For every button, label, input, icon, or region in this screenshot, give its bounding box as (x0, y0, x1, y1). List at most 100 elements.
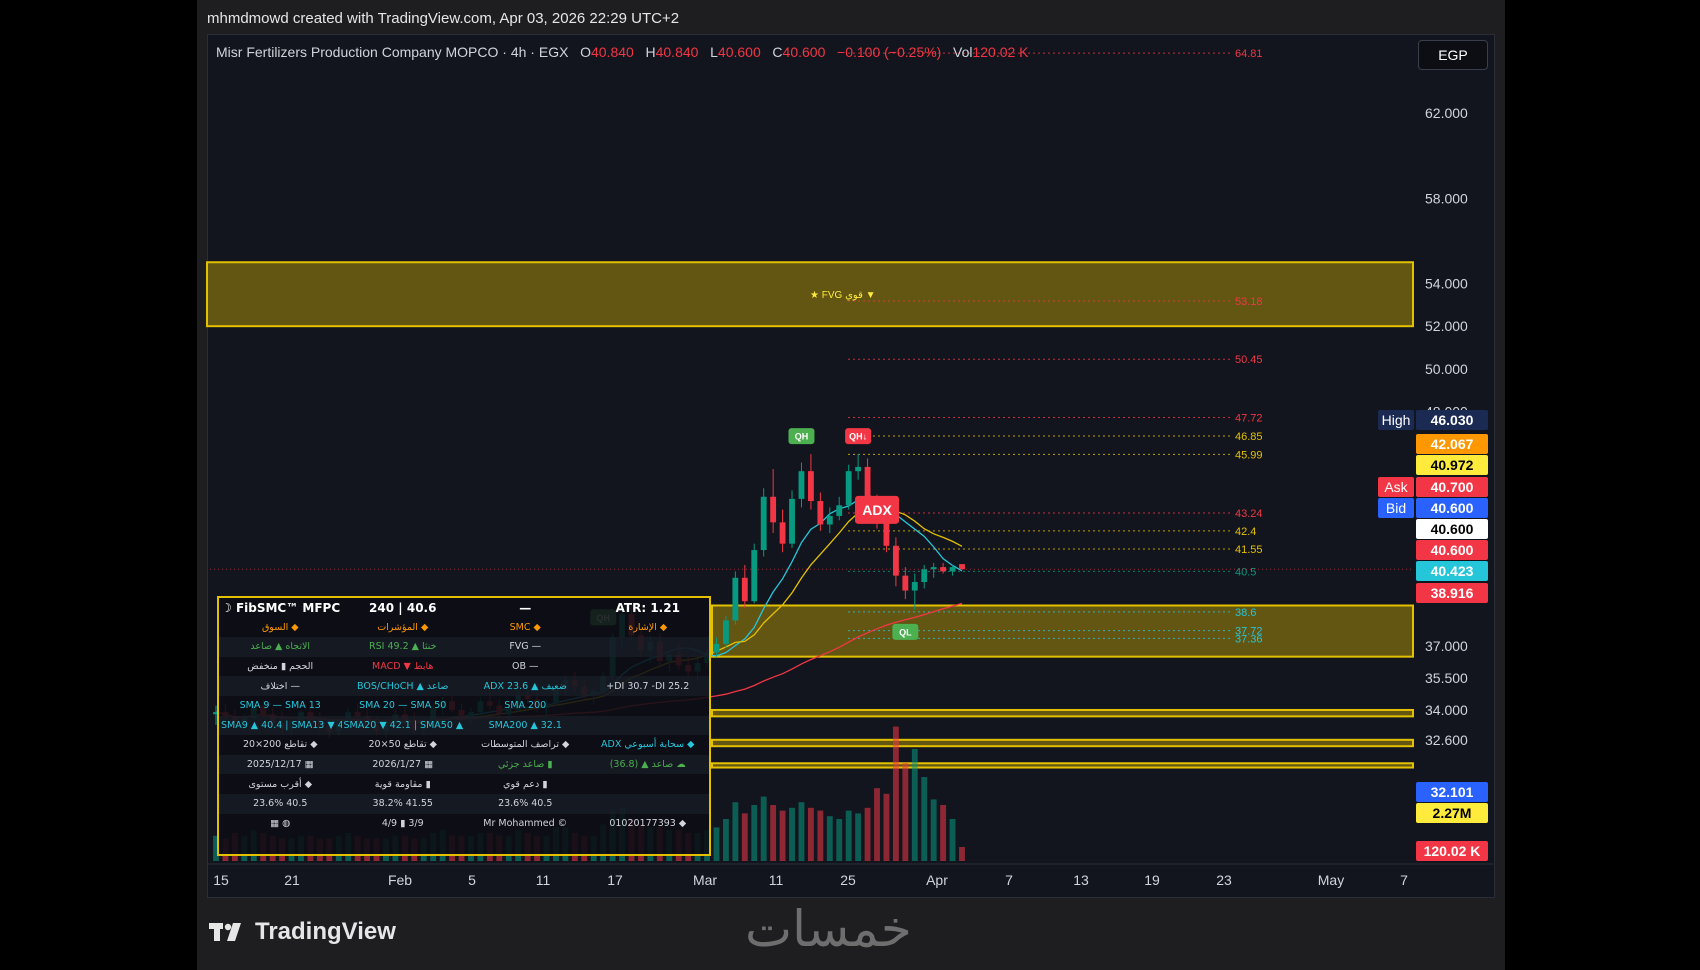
y-tick-label: 34.000 (1425, 702, 1468, 718)
volume-bar (798, 802, 805, 861)
candle (959, 564, 965, 570)
zone-box (711, 708, 1414, 718)
fibsmc-table: ☽ FibSMC™ MFPC 240 | 40.6 — ATR: 1.21 ال… (219, 598, 709, 833)
candle-body (911, 582, 918, 591)
volume-bar (751, 805, 758, 861)
volume-bar (770, 805, 777, 861)
y-tick-label: 62.000 (1425, 105, 1468, 121)
panel-title-text: FibSMC™ MFPC (235, 600, 341, 615)
price-tag-label: Bid (1386, 500, 1406, 516)
level-label: 40.5 (1235, 566, 1256, 578)
panel-cell: دعم قوي ▮ (503, 778, 548, 790)
zone-box (711, 604, 1414, 658)
volume-bar (826, 816, 833, 861)
x-tick-label: May (1318, 872, 1344, 888)
panel-row: 23.6% 40.5 38.2% 41.55 23.6% 40.5 (219, 793, 710, 814)
price-tag-label: Ask (1384, 479, 1408, 495)
level-label: 43.24 (1235, 508, 1263, 520)
price-tag-label: High (1382, 412, 1411, 428)
panel-cell: 2026/1/27 ▦ (372, 759, 434, 771)
panel-title: ☽ FibSMC™ MFPC (221, 600, 341, 615)
volume-bar (732, 802, 739, 861)
volume-bar (911, 749, 918, 861)
candle (798, 462, 805, 508)
volume-bar (864, 807, 871, 861)
volume-bar (713, 827, 720, 861)
price-tag-value: 40.600 (1431, 500, 1474, 516)
panel-row: تقاطع 200×20 ◆ تقاطع 50×20 ◆ تراصف المتوسط… (219, 735, 709, 755)
panel-row: SMA9 ▲ 40.4 | SMA13 ▼ 41 SMA20 ▼ 42.1 | S… (219, 715, 709, 736)
volume-label: Vol (953, 44, 973, 60)
panel-row: السوق ◆ المؤشرات ◆ SMC ◆ الإشارة ◆ (219, 618, 709, 638)
x-tick-label: 19 (1144, 872, 1160, 888)
panel-cell: 23.6% 40.5 (498, 798, 553, 810)
volume-bar (779, 810, 786, 861)
panel-cell: ADX سحابة أسبوعي ◆ (601, 739, 695, 751)
y-tick-label: 54.000 (1425, 276, 1468, 292)
panel-atr: ATR: 1.21 (615, 600, 680, 615)
panel-row: أقرب مستوى ◆ مقاومة قوية ▮ دعم قوي ▮ (219, 774, 709, 794)
x-tick-label: 7 (1005, 872, 1013, 888)
candle-body (741, 577, 748, 602)
candle (845, 464, 852, 510)
x-tick-label: 25 (840, 872, 856, 888)
panel-cell: الحجم ▮ منخفض (247, 661, 314, 673)
candle (751, 543, 758, 604)
candle (836, 496, 843, 521)
candle (741, 564, 748, 608)
price-tag-value: 40.972 (1431, 457, 1474, 473)
panel-cell: 23.6% 40.5 (253, 798, 308, 810)
panel-cell: أقرب مستوى ◆ (248, 778, 313, 790)
y-tick-label: 35.500 (1425, 670, 1468, 686)
candle-body (921, 569, 928, 583)
x-axis: 15 21 Feb 5 11 17 Mar 11 25 Apr 7 13 19 23 May 7 (207, 863, 1493, 888)
panel-cell: اختلاف — (260, 680, 300, 692)
candle-body (732, 577, 739, 621)
candle-body (713, 643, 720, 653)
level-label: 47.72 (1235, 412, 1263, 424)
panel-cell: RSI 49.2 ▲ خنثا (369, 641, 437, 653)
symbol-title[interactable]: Misr Fertilizers Production Company MOPC… (216, 44, 568, 60)
volume-bar (940, 805, 947, 861)
candle-body (760, 496, 767, 551)
candle (930, 562, 937, 578)
candle (779, 509, 786, 553)
volume-bar (874, 788, 880, 861)
low-label: L (710, 44, 718, 60)
panel-cell: +DI 30.7 -DI 25.2 (606, 680, 690, 692)
volume-bar (883, 793, 890, 861)
panel-cell: 01020177393 ◆ (609, 817, 687, 829)
candle (855, 454, 862, 480)
price-tag-value: 40.423 (1431, 563, 1474, 579)
candle (789, 490, 795, 548)
candle-body (940, 567, 947, 572)
x-tick-label: 21 (284, 872, 300, 888)
candle (911, 573, 918, 610)
candle-body (855, 466, 862, 472)
currency-button[interactable]: EGP (1418, 40, 1488, 70)
candle (902, 567, 909, 600)
zone-box (711, 738, 1414, 748)
x-tick-label: Feb (388, 872, 412, 888)
candle-body (930, 567, 937, 570)
tradingview-wordmark: TradingView (255, 918, 396, 945)
x-tick-label: 23 (1216, 872, 1232, 888)
panel-cell (587, 794, 710, 814)
candle-body (845, 471, 852, 506)
panel-cell: OB — (511, 661, 539, 673)
y-tick-label: 37.000 (1425, 638, 1468, 654)
panel-cell (587, 637, 710, 657)
x-tick-label: Mar (693, 872, 717, 888)
level-label: 46.85 (1235, 431, 1263, 443)
candle (826, 507, 833, 534)
level-label: 41.55 (1235, 544, 1263, 556)
volume-bar (807, 807, 814, 861)
panel-row: 2025/12/17 ▦ 2026/1/27 ▦ صاعد جزئي ▮ (36.8)… (219, 754, 709, 775)
close-label: C (772, 44, 783, 60)
open-label: O (580, 44, 591, 60)
volume-bar (892, 726, 899, 861)
volume-bar (855, 813, 862, 861)
volume-bar (760, 796, 767, 861)
candle-body (789, 498, 795, 544)
x-tick-label: 11 (769, 872, 784, 888)
